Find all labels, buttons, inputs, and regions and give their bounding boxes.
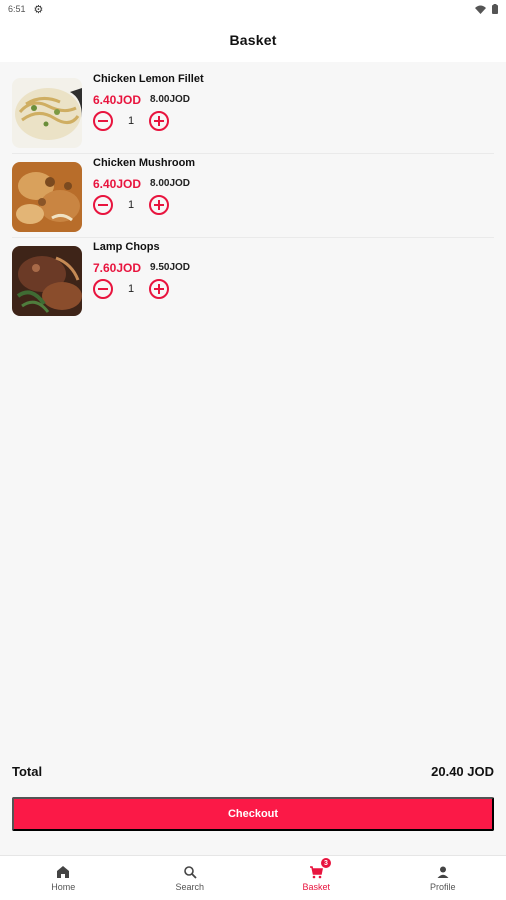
minus-icon[interactable] (93, 279, 113, 299)
total-label: Total (12, 764, 43, 779)
quantity-stepper: 1 (93, 111, 169, 131)
nav-basket[interactable]: 3 Basket (253, 856, 380, 900)
minus-icon[interactable] (93, 195, 113, 215)
nav-profile[interactable]: Profile (380, 856, 506, 900)
nav-label: Profile (429, 881, 456, 892)
quantity-value: 1 (127, 283, 135, 295)
status-icons (475, 4, 498, 14)
food-image-pasta-dish (12, 78, 82, 148)
item-old-price: 9.50JOD (150, 262, 191, 273)
item-old-price: 8.00JOD (150, 178, 191, 189)
quantity-value: 1 (127, 115, 135, 127)
basket-item: Chicken Mushroom 6.40JOD 8.00JOD 1 (12, 154, 494, 238)
item-name: Lamp Chops (93, 241, 160, 253)
food-image-lamb-chops-dish (12, 246, 82, 316)
item-name: Chicken Mushroom (93, 157, 196, 169)
item-price: 6.40JOD (93, 177, 142, 191)
nav-label: Search (175, 881, 205, 892)
nav-home[interactable]: Home (0, 856, 127, 900)
nav-search[interactable]: Search (127, 856, 254, 900)
item-name: Chicken Lemon Fillet (93, 73, 204, 85)
total-row: Total 20.40 JOD (12, 764, 494, 779)
plus-icon[interactable] (149, 195, 169, 215)
minus-icon[interactable] (93, 111, 113, 131)
basket-item: Chicken Lemon Fillet 6.40JOD 8.00JOD 1 (12, 70, 494, 154)
page-title: Basket (229, 32, 277, 48)
battery-icon (492, 4, 498, 14)
checkout-button[interactable]: Checkout (12, 797, 494, 831)
plus-icon[interactable] (149, 279, 169, 299)
nav-label: Home (51, 881, 76, 892)
home-icon (57, 865, 70, 878)
cart-badge: 3 (321, 858, 331, 868)
item-old-price: 8.00JOD (150, 94, 191, 105)
food-image-chicken-mushroom-dish (12, 162, 82, 232)
app-bar: Basket (0, 18, 506, 62)
quantity-stepper: 1 (93, 195, 169, 215)
wifi-icon (475, 5, 486, 14)
item-price: 6.40JOD (93, 93, 142, 107)
quantity-stepper: 1 (93, 279, 169, 299)
status-time: 6:51 (8, 4, 26, 14)
search-icon (183, 865, 197, 879)
cart-icon (310, 865, 324, 878)
status-bar: 6:51 ⚙ (0, 0, 506, 18)
bottom-nav: Home Search 3 Basket Profile (0, 855, 506, 900)
plus-icon[interactable] (149, 111, 169, 131)
basket-item: Lamp Chops 7.60JOD 9.50JOD 1 (12, 238, 494, 322)
quantity-value: 1 (127, 199, 135, 211)
total-value: 20.40 JOD (431, 764, 494, 779)
item-price: 7.60JOD (93, 261, 142, 275)
person-icon (437, 866, 449, 878)
gear-icon: ⚙ (33, 3, 44, 16)
basket-list: Chicken Lemon Fillet 6.40JOD 8.00JOD 1 C… (0, 70, 506, 322)
nav-label: Basket (302, 881, 330, 892)
